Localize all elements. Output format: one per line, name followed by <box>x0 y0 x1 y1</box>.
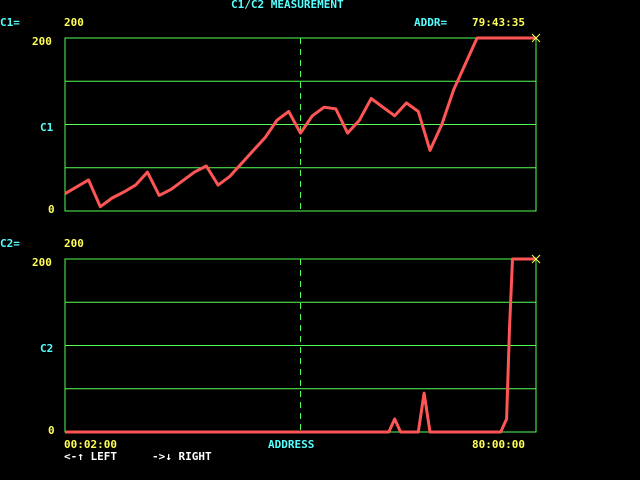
measurement-plots <box>64 33 541 434</box>
